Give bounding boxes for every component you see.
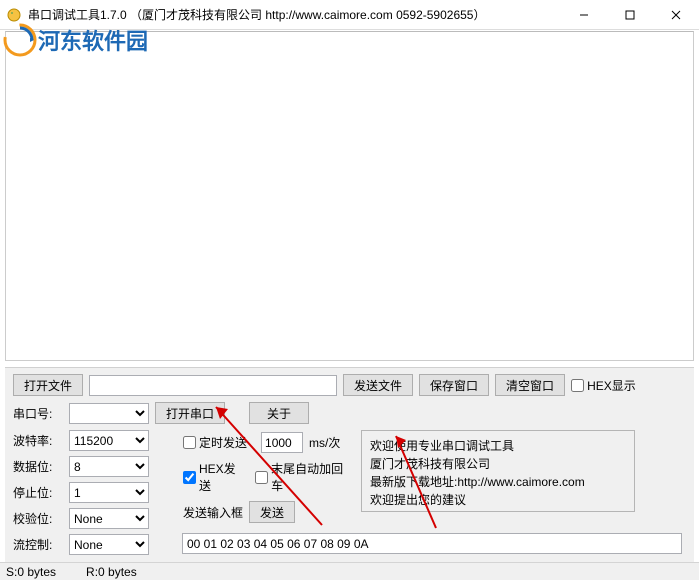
port-select[interactable] (69, 403, 149, 424)
hex-send-checkbox[interactable]: HEX发送 (183, 460, 241, 494)
timed-send-checkbox[interactable]: 定时发送 (183, 434, 247, 451)
flow-select[interactable]: None (69, 534, 149, 555)
stopbits-select[interactable]: 1 (69, 482, 149, 503)
interval-unit: ms/次 (309, 434, 340, 451)
auto-cr-checkbox[interactable]: 末尾自动加回车 (255, 460, 345, 494)
window-controls (561, 0, 699, 30)
maximize-button[interactable] (607, 0, 653, 30)
stopbits-label: 停止位: (13, 484, 63, 501)
receive-output[interactable] (5, 31, 694, 361)
flow-label: 流控制: (13, 536, 63, 553)
open-file-button[interactable]: 打开文件 (13, 374, 83, 396)
save-window-button[interactable]: 保存窗口 (419, 374, 489, 396)
watermark: 河东软件园 (2, 22, 148, 58)
window-title: 串口调试工具1.7.0 （厦门才茂科技有限公司 http://www.caimo… (28, 6, 561, 23)
status-received: R:0 bytes (86, 565, 137, 579)
close-button[interactable] (653, 0, 699, 30)
send-input-label: 发送输入框 (183, 504, 243, 521)
port-label: 串口号: (13, 405, 63, 422)
watermark-logo-icon (2, 22, 38, 58)
file-path-input[interactable] (89, 375, 337, 396)
send-data-input[interactable] (182, 533, 682, 554)
info-line-1: 欢迎使用专业串口调试工具 (370, 437, 626, 455)
databits-select[interactable]: 8 (69, 456, 149, 477)
hex-display-checkbox[interactable]: HEX显示 (571, 377, 636, 394)
app-icon (6, 7, 22, 23)
parity-label: 校验位: (13, 510, 63, 527)
send-button[interactable]: 发送 (249, 501, 295, 523)
about-button[interactable]: 关于 (249, 402, 309, 424)
minimize-button[interactable] (561, 0, 607, 30)
file-row: 打开文件 发送文件 保存窗口 清空窗口 HEX显示 (13, 374, 686, 396)
status-bar: S:0 bytes R:0 bytes (0, 562, 699, 580)
databits-label: 数据位: (13, 458, 63, 475)
watermark-brand: 河东软件园 (38, 24, 148, 56)
port-row: 串口号: 打开串口 关于 (13, 402, 686, 424)
send-file-button[interactable]: 发送文件 (343, 374, 413, 396)
send-data-row (182, 533, 682, 554)
control-panel: 打开文件 发送文件 保存窗口 清空窗口 HEX显示 串口号: 打开串口 关于 波… (5, 367, 694, 562)
baud-select[interactable]: 115200 (69, 430, 149, 451)
parity-select[interactable]: None (69, 508, 149, 529)
info-line-4: 欢迎提出您的建议 (370, 491, 626, 509)
info-line-3: 最新版下载地址:http://www.caimore.com (370, 473, 626, 491)
open-port-button[interactable]: 打开串口 (155, 402, 225, 424)
info-line-2: 厦门才茂科技有限公司 (370, 455, 626, 473)
clear-window-button[interactable]: 清空窗口 (495, 374, 565, 396)
info-box: 欢迎使用专业串口调试工具 厦门才茂科技有限公司 最新版下载地址:http://w… (361, 430, 635, 512)
settings-column: 波特率: 115200 数据位: 8 停止位: 1 校验位: None 流控制: None (13, 430, 175, 560)
baud-label: 波特率: (13, 432, 63, 449)
status-sent: S:0 bytes (6, 565, 56, 579)
interval-input[interactable] (261, 432, 303, 453)
